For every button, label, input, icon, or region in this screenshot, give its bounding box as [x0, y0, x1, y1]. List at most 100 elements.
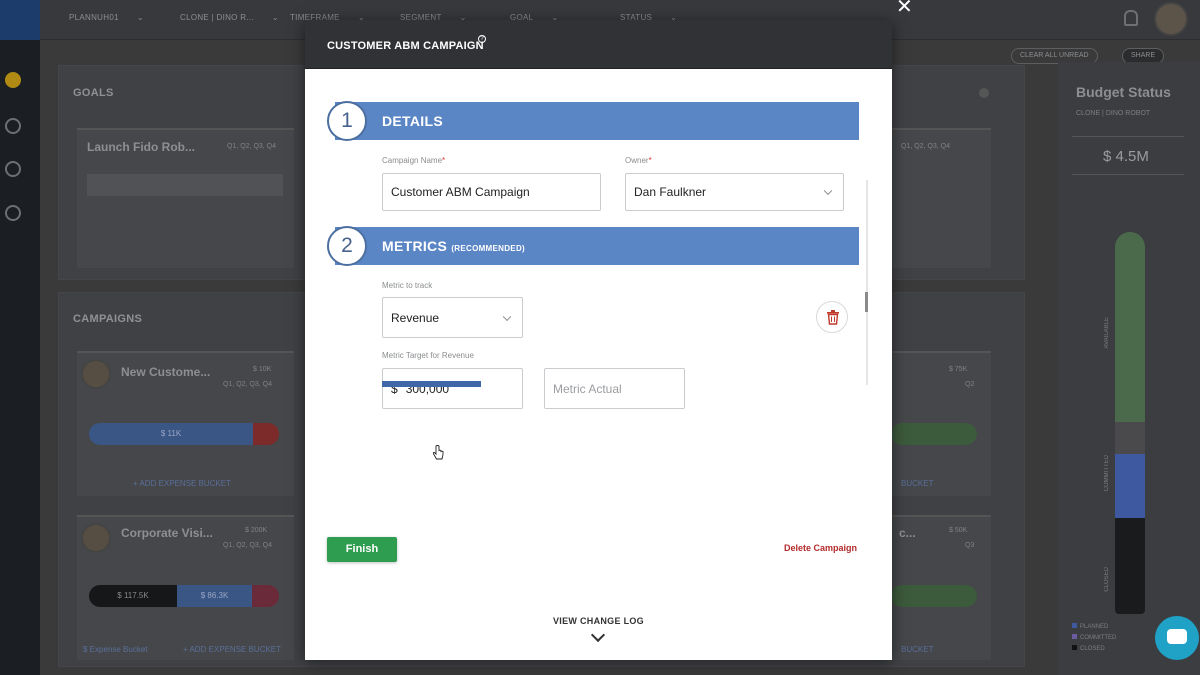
owner-select[interactable]: Dan Faulkner	[625, 173, 844, 211]
campaign-budget-bar	[891, 423, 977, 445]
close-modal-icon[interactable]: ✕	[896, 0, 913, 17]
metric-target-field[interactable]: $300,000	[382, 368, 523, 409]
chevron-down-icon	[823, 186, 833, 196]
campaign-amount: $ 10K	[253, 366, 272, 373]
bar-label: $ 11K	[89, 423, 253, 445]
goals-title: GOALS	[73, 87, 114, 99]
goal-card[interactable]: Launch Fido Rob... Q1, Q2, Q3, Q4	[77, 128, 294, 268]
divider	[1072, 174, 1184, 175]
thermo-committed	[1115, 454, 1145, 518]
campaign-quarters: Q1, Q2, Q3, Q4	[223, 381, 273, 388]
budget-amount: $ 4.5M	[1103, 148, 1149, 165]
campaign-budget-bar	[891, 585, 977, 607]
goal-quarters: Q1, Q2, Q3, Q4	[227, 143, 277, 150]
committed-label: COMMITTED	[1104, 455, 1110, 492]
bucket-link[interactable]: BUCKET	[901, 645, 933, 654]
details-title: DETAILS	[382, 113, 443, 129]
chat-launcher-button[interactable]	[1155, 616, 1199, 660]
scrollbar-thumb[interactable]	[865, 292, 868, 312]
budget-thermometer	[1115, 232, 1145, 614]
delete-campaign-link[interactable]: Delete Campaign	[784, 543, 857, 553]
campaign-name-label: Campaign Name*	[382, 156, 446, 165]
metrics-title-note: (RECOMMENDED)	[451, 244, 525, 253]
search-icon[interactable]	[5, 118, 21, 134]
expense-bucket-link[interactable]: $ Expense Bucket	[83, 645, 147, 654]
help-icon[interactable]: ?	[478, 35, 486, 43]
campaign-card[interactable]: Corporate Visi... $ 200K Q1, Q2, Q3, Q4 …	[77, 515, 294, 660]
budget-subtitle: CLONE | DINO ROBOT	[1076, 110, 1151, 117]
finish-button[interactable]: Finish	[327, 537, 397, 562]
user-icon[interactable]	[5, 205, 21, 221]
hand-cursor-icon	[432, 445, 444, 460]
modal-header: CUSTOMER ABM CAMPAIGN ?	[305, 20, 892, 69]
campaign-card-right[interactable]: c... $ 50K Q3 BUCKET	[891, 515, 991, 660]
campaign-card-right[interactable]: $ 75K Q2 BUCKET	[891, 351, 991, 496]
modal-title: CUSTOMER ABM CAMPAIGN	[327, 40, 484, 52]
bar-overspend	[252, 585, 279, 607]
avatar	[81, 523, 111, 553]
goal-progress	[87, 174, 283, 196]
bar-closed: $ 117.5K	[89, 585, 177, 607]
thermo-closed	[1115, 518, 1145, 614]
campaign-modal: CUSTOMER ABM CAMPAIGN ? 1 DETAILS Campai…	[305, 20, 892, 660]
avatar[interactable]	[1154, 2, 1188, 36]
goal-card-right[interactable]: Q1, Q2, Q3, Q4	[891, 128, 991, 268]
campaign-amount: $ 200K	[245, 527, 268, 534]
add-metric-button[interactable]	[382, 381, 481, 387]
goal-quarters-right: Q1, Q2, Q3, Q4	[901, 143, 951, 150]
help-icon[interactable]	[5, 161, 21, 177]
campaign-name: Corporate Visi...	[121, 526, 213, 540]
campaign-quarters: Q1, Q2, Q3, Q4	[223, 542, 273, 549]
campaign-quarter: Q2	[965, 381, 975, 388]
budget-status-panel: Budget Status CLONE | DINO ROBOT $ 4.5M …	[1058, 62, 1200, 675]
delete-metric-button[interactable]	[816, 301, 848, 333]
legend-planned: PLANNED	[1072, 623, 1108, 630]
chevron-down-icon	[502, 312, 512, 321]
plus-icon[interactable]	[979, 88, 989, 98]
divider	[1072, 136, 1184, 137]
add-expense-bucket-link[interactable]: + ADD EXPENSE BUCKET	[133, 479, 231, 488]
metric-select[interactable]: Revenue	[382, 297, 523, 338]
budget-title: Budget Status	[1076, 84, 1171, 100]
bar-overspend	[253, 423, 279, 445]
modal-scroll-area[interactable]: 1 DETAILS Campaign Name* Customer ABM Ca…	[305, 69, 892, 436]
avatar	[81, 359, 111, 389]
campaign-amount: $ 75K	[949, 366, 968, 373]
available-label: AVAILABLE	[1104, 317, 1110, 349]
metric-target-label: Metric Target for Revenue	[382, 351, 474, 360]
legend-committed: COMMITTED	[1072, 634, 1116, 641]
goal-name: Launch Fido Rob...	[87, 140, 195, 154]
campaign-name: c...	[899, 526, 916, 540]
metric-actual-field[interactable]: Metric Actual	[544, 368, 685, 409]
filter-clone[interactable]: CLONE | DINO R... ⌄	[180, 13, 279, 22]
add-icon[interactable]	[5, 72, 21, 88]
chat-icon	[1167, 629, 1187, 644]
metrics-title: METRICS (RECOMMENDED)	[382, 238, 525, 254]
filter-plan[interactable]: PLANNUH01 ⌄	[69, 13, 144, 22]
metric-to-track-label: Metric to track	[382, 281, 433, 290]
campaigns-title: CAMPAIGNS	[73, 313, 143, 325]
bucket-link[interactable]: BUCKET	[901, 479, 933, 488]
campaign-amount: $ 50K	[949, 527, 968, 534]
step-1-badge: 1	[327, 101, 367, 141]
owner-label: Owner*	[625, 156, 652, 165]
app-logo	[0, 0, 40, 40]
campaign-budget-bar: $ 117.5K $ 86.3K	[89, 585, 279, 607]
campaign-name-field[interactable]: Customer ABM Campaign	[382, 173, 601, 211]
closed-label: CLOSED	[1104, 567, 1110, 592]
chevron-down-icon[interactable]	[590, 627, 606, 643]
add-expense-bucket-link[interactable]: + ADD EXPENSE BUCKET	[183, 645, 281, 654]
step-2-badge: 2	[327, 226, 367, 266]
scrollbar-track[interactable]	[866, 180, 868, 385]
legend-closed: CLOSED	[1072, 645, 1105, 652]
trash-icon	[827, 310, 839, 325]
left-nav-rail	[0, 0, 40, 675]
bell-icon[interactable]	[1124, 10, 1138, 26]
campaign-card[interactable]: New Custome... $ 10K Q1, Q2, Q3, Q4 $ 11…	[77, 351, 294, 496]
campaign-name: New Custome...	[121, 365, 211, 379]
view-change-log-link[interactable]: VIEW CHANGE LOG	[305, 616, 892, 626]
campaign-quarter: Q3	[965, 542, 975, 549]
bar-committed: $ 86.3K	[177, 585, 252, 607]
campaign-budget-bar: $ 11K	[89, 423, 279, 445]
thermo-available	[1115, 232, 1145, 422]
